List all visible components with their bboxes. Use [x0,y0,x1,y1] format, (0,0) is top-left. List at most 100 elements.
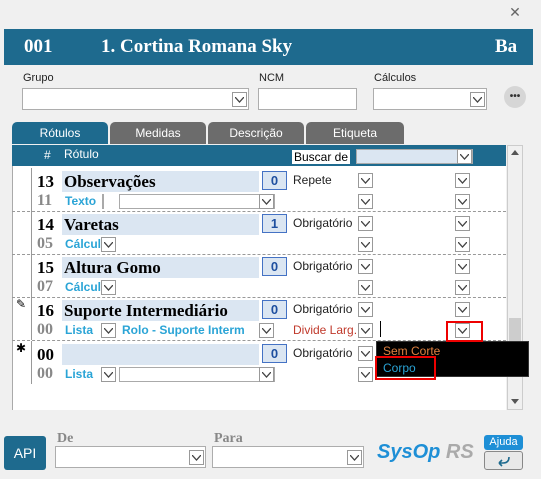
table-row[interactable]: 15 Altura Gomo 0 Obrigatório 07 Cálcul [12,254,506,297]
row-list-value[interactable]: Rolo - Suporte Interm [122,323,258,337]
row-condition: Obrigatório [293,302,353,316]
tab-etiqueta[interactable]: Etiqueta [306,122,404,144]
chevron-down-icon[interactable] [455,259,470,274]
tab-rotulos[interactable]: Rótulos [12,122,108,144]
chevron-down-icon[interactable] [358,323,373,338]
row-type[interactable]: Lista [65,367,95,381]
row-type[interactable]: Cálcul [65,237,101,251]
column-rotulo: Rótulo [64,147,99,161]
chevron-down-icon[interactable] [358,346,373,361]
api-button[interactable]: API [4,436,46,470]
table-row[interactable]: 13 Observações 0 Repete 11 Texto [12,168,506,211]
table-row[interactable]: 14 Varetas 1 Obrigatório 05 Cálcul [12,211,506,254]
chevron-down-icon[interactable] [101,280,116,295]
row-name[interactable]: Varetas [62,214,259,235]
chevron-down-icon[interactable] [259,323,274,338]
dialog-window: ✕ 001 1. Cortina Romana Sky Ba Grupo NCM… [0,0,541,479]
chevron-down-icon[interactable] [347,450,362,465]
list-select[interactable] [119,194,275,209]
scroll-down-icon[interactable] [511,399,519,404]
chevron-down-icon[interactable] [358,280,373,295]
table-row[interactable]: ✎ 16 Suporte Intermediário 0 Obrigatório… [12,297,506,340]
chevron-down-icon[interactable] [358,367,373,382]
list-select[interactable] [119,367,275,382]
row-number: 13 [37,172,54,191]
header-right-text: Ba [495,36,518,57]
row-selector[interactable]: ✱ [12,341,32,384]
chevron-down-icon[interactable] [101,367,116,382]
sysop-logo: SysOp RS [377,441,474,463]
row-sub-number: 00 [37,365,53,382]
chevron-down-icon[interactable] [358,173,373,188]
de-label: De [57,431,74,446]
row-number: 00 [37,345,54,364]
chevron-down-icon[interactable] [101,323,116,338]
row-order[interactable]: 0 [262,300,287,319]
row-order[interactable]: 1 [262,214,287,233]
chevron-down-icon[interactable] [457,149,472,164]
chevron-down-icon[interactable] [259,367,274,382]
ncm-input[interactable] [258,88,357,110]
chevron-down-icon[interactable] [455,173,470,188]
row-type[interactable]: Texto [65,194,101,208]
row-name[interactable]: Suporte Intermediário [62,300,259,321]
de-select[interactable] [55,446,206,468]
chevron-down-icon[interactable] [358,194,373,209]
calculos-label: Cálculos [374,72,417,84]
row-condition: Obrigatório [293,259,353,273]
row-number: 16 [37,301,54,320]
highlight-box [375,356,436,380]
chevron-down-icon[interactable] [455,237,470,252]
row-selector[interactable]: ✎ [12,297,32,340]
text-cursor [380,321,381,337]
more-options-button[interactable]: ••• [504,86,526,108]
chevron-down-icon[interactable] [358,216,373,231]
row-order[interactable]: 0 [262,257,287,276]
chevron-down-icon[interactable] [455,280,470,295]
row-sub-number: 07 [37,278,53,295]
para-select[interactable] [212,446,364,468]
chevron-down-icon[interactable] [232,92,247,107]
scroll-up-icon[interactable] [511,150,519,155]
product-title: 1. Cortina Romana Sky [101,36,293,57]
type-select[interactable] [102,194,104,209]
calculos-select[interactable] [373,88,487,110]
back-button[interactable] [484,451,523,470]
para-label: Para [214,431,243,446]
chevron-down-icon[interactable] [358,302,373,317]
chevron-down-icon[interactable] [259,194,274,209]
help-button[interactable]: Ajuda [484,435,523,450]
grupo-select[interactable] [22,88,249,110]
chevron-down-icon[interactable] [455,302,470,317]
close-icon[interactable]: ✕ [508,5,522,19]
chevron-down-icon[interactable] [189,450,204,465]
chevron-down-icon[interactable] [358,259,373,274]
chevron-down-icon[interactable] [470,92,485,107]
grupo-label: Grupo [23,72,54,84]
row-sub-number: 11 [37,192,53,209]
row-name[interactable] [62,344,259,365]
tab-descricao[interactable]: Descrição [208,122,304,144]
buscar-select[interactable] [356,149,473,164]
row-type[interactable]: Lista [65,323,95,337]
row-condition: Obrigatório [293,216,353,230]
chevron-down-icon[interactable] [358,237,373,252]
row-number: 14 [37,215,54,234]
row-selector[interactable] [12,254,32,297]
chevron-down-icon[interactable] [455,194,470,209]
product-code: 001 [24,36,53,57]
row-type[interactable]: Cálcul [65,280,101,294]
row-sub-number: 00 [37,321,53,338]
row-name[interactable]: Altura Gomo [62,257,259,278]
tab-medidas[interactable]: Medidas [110,122,206,144]
new-row-asterisk-icon: ✱ [16,341,27,355]
row-order[interactable]: 0 [262,171,287,190]
row-order[interactable]: 0 [262,344,287,363]
row-condition: Repete [293,173,332,187]
row-selector[interactable] [12,211,32,254]
chevron-down-icon[interactable] [455,216,470,231]
row-selector[interactable] [12,168,32,211]
grid-header: # Rótulo Buscar de [12,145,506,166]
chevron-down-icon[interactable] [101,237,116,252]
row-name[interactable]: Observações [62,171,259,192]
